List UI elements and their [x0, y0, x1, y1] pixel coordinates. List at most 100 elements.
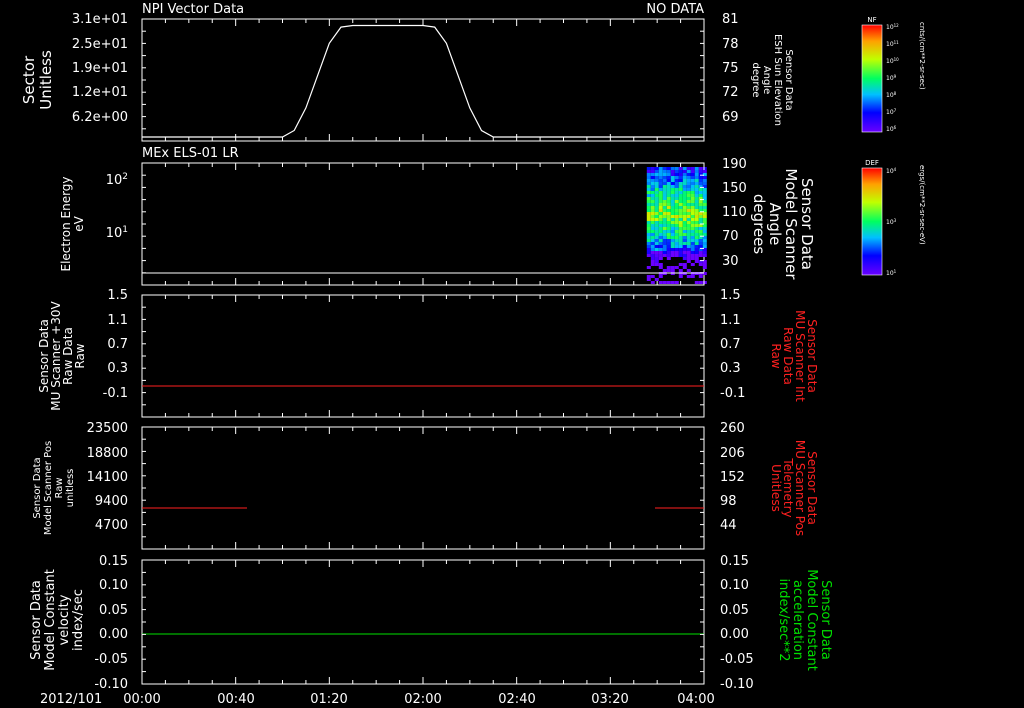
colorbar-nf-tick: 1010: [886, 57, 899, 65]
spectrogram-cell: [646, 212, 651, 215]
spectrogram-cell: [682, 218, 687, 221]
spectrogram-cell: [654, 251, 659, 254]
axis-label-line: index/sec**2: [776, 578, 791, 661]
spectrogram-cell: [686, 167, 691, 170]
spectrogram-cell: [670, 185, 675, 188]
spectrogram-cell: [666, 257, 671, 260]
spectrogram-cell: [646, 188, 651, 191]
spectrogram-cell: [678, 254, 683, 257]
spectrogram-cell: [674, 185, 679, 188]
spectrogram-cell: [670, 179, 675, 182]
spectrogram-cell: [690, 197, 695, 200]
spectrogram-cell: [702, 266, 707, 269]
spectrogram-cell: [646, 182, 651, 185]
spectrogram-cell: [690, 221, 695, 224]
spectrogram-cell: [702, 254, 707, 257]
spectrogram-cell: [674, 200, 679, 203]
spectrogram-cell: [682, 194, 687, 197]
spectrogram-cell: [698, 179, 703, 182]
spectrogram-cell: [662, 251, 667, 254]
spectrogram-cell: [702, 203, 707, 206]
spectrogram-cell: [702, 239, 707, 242]
spectrogram-cell: [650, 170, 655, 173]
spectrogram-cell: [682, 236, 687, 239]
spectrogram-cell: [658, 224, 663, 227]
spectrogram-cell: [698, 275, 703, 278]
spectrogram-cell: [646, 206, 651, 209]
spectrogram-cell: [658, 254, 663, 257]
spectrogram-cell: [690, 248, 695, 251]
time-tick: 00:40: [217, 692, 254, 707]
spectrogram-cell: [650, 188, 655, 191]
spectrogram-cell: [686, 239, 691, 242]
spectrogram-cell: [686, 185, 691, 188]
spectrogram-cell: [698, 167, 703, 170]
spectrogram-cell: [662, 245, 667, 248]
spectrogram-cell: [686, 203, 691, 206]
spectrogram-cell: [650, 275, 655, 278]
spectrogram-cell: [650, 245, 655, 248]
spectrogram-cell: [670, 191, 675, 194]
spectrogram-cell: [686, 227, 691, 230]
spectrogram-cell: [654, 203, 659, 206]
spectrogram-cell: [694, 173, 699, 176]
panel5-right-tick: -0.05: [720, 652, 754, 667]
spectrogram-cell: [646, 176, 651, 179]
spectrogram-cell: [646, 200, 651, 203]
spectrogram-cell: [690, 176, 695, 179]
spectrogram-cell: [662, 221, 667, 224]
time-axis-labels: 00:00 00:40 01:20 02:00 02:40 03:20 04:0…: [123, 692, 714, 707]
spectrogram-cell: [670, 200, 675, 203]
spectrogram-cell: [686, 236, 691, 239]
spectrogram-cell: [654, 182, 659, 185]
spectrogram-cell: [650, 257, 655, 260]
spectrogram-cell: [674, 188, 679, 191]
spectrogram-cell: [666, 224, 671, 227]
spectrogram-cell: [666, 242, 671, 245]
panel5-frame: [141, 559, 705, 685]
spectrogram-cell: [658, 209, 663, 212]
spectrogram-cell: [694, 260, 699, 263]
spectrogram-cell: [694, 227, 699, 230]
spectrogram-cell: [690, 233, 695, 236]
spectrogram-cell: [662, 206, 667, 209]
spectrogram-cell: [650, 173, 655, 176]
spectrogram-cell: [674, 194, 679, 197]
spectrogram-cell: [686, 191, 691, 194]
panel3-left-ticks: 1.5 1.1 0.7 0.3 -0.1: [103, 288, 128, 401]
spectrogram-cell: [678, 179, 683, 182]
spectrogram-cell: [686, 173, 691, 176]
spectrogram-cell: [690, 194, 695, 197]
spectrogram-cell: [686, 170, 691, 173]
spectrogram-cell: [678, 245, 683, 248]
spectrogram-cell: [698, 182, 703, 185]
spectrogram-cell: [686, 215, 691, 218]
spectrogram-cell: [662, 200, 667, 203]
panel5-right-tick: -0.10: [720, 677, 754, 692]
panel3-right-tick: 1.5: [720, 288, 741, 303]
spectrogram-cell: [650, 182, 655, 185]
spectrogram-cell: [646, 275, 651, 278]
spectrogram-cell: [670, 206, 675, 209]
spectrogram-cell: [662, 254, 667, 257]
spectrogram-cell: [678, 251, 683, 254]
spectrogram-cell: [678, 242, 683, 245]
spectrogram-cell: [682, 254, 687, 257]
spectrogram-cell: [670, 251, 675, 254]
spectrogram-cell: [666, 170, 671, 173]
spectrogram-cell: [686, 224, 691, 227]
spectrogram-cell: [682, 206, 687, 209]
spectrogram-cell: [698, 176, 703, 179]
spectrogram-cell: [670, 221, 675, 224]
axis-label-line: Sector: [20, 55, 38, 104]
spectrogram-cell: [662, 182, 667, 185]
spectrogram-cell: [646, 236, 651, 239]
spectrogram-cell: [694, 203, 699, 206]
colorbar-nf-gradient: [861, 24, 883, 133]
spectrogram-cell: [698, 242, 703, 245]
spectrogram-cell: [658, 227, 663, 230]
spectrogram-cell: [658, 230, 663, 233]
spectrogram-cell: [666, 173, 671, 176]
panel1-left-ticks: 3.1e+01 2.5e+01 1.9e+01 1.2e+01 6.2e+00: [72, 12, 128, 125]
colorbar-def-tick: 101: [886, 269, 897, 277]
